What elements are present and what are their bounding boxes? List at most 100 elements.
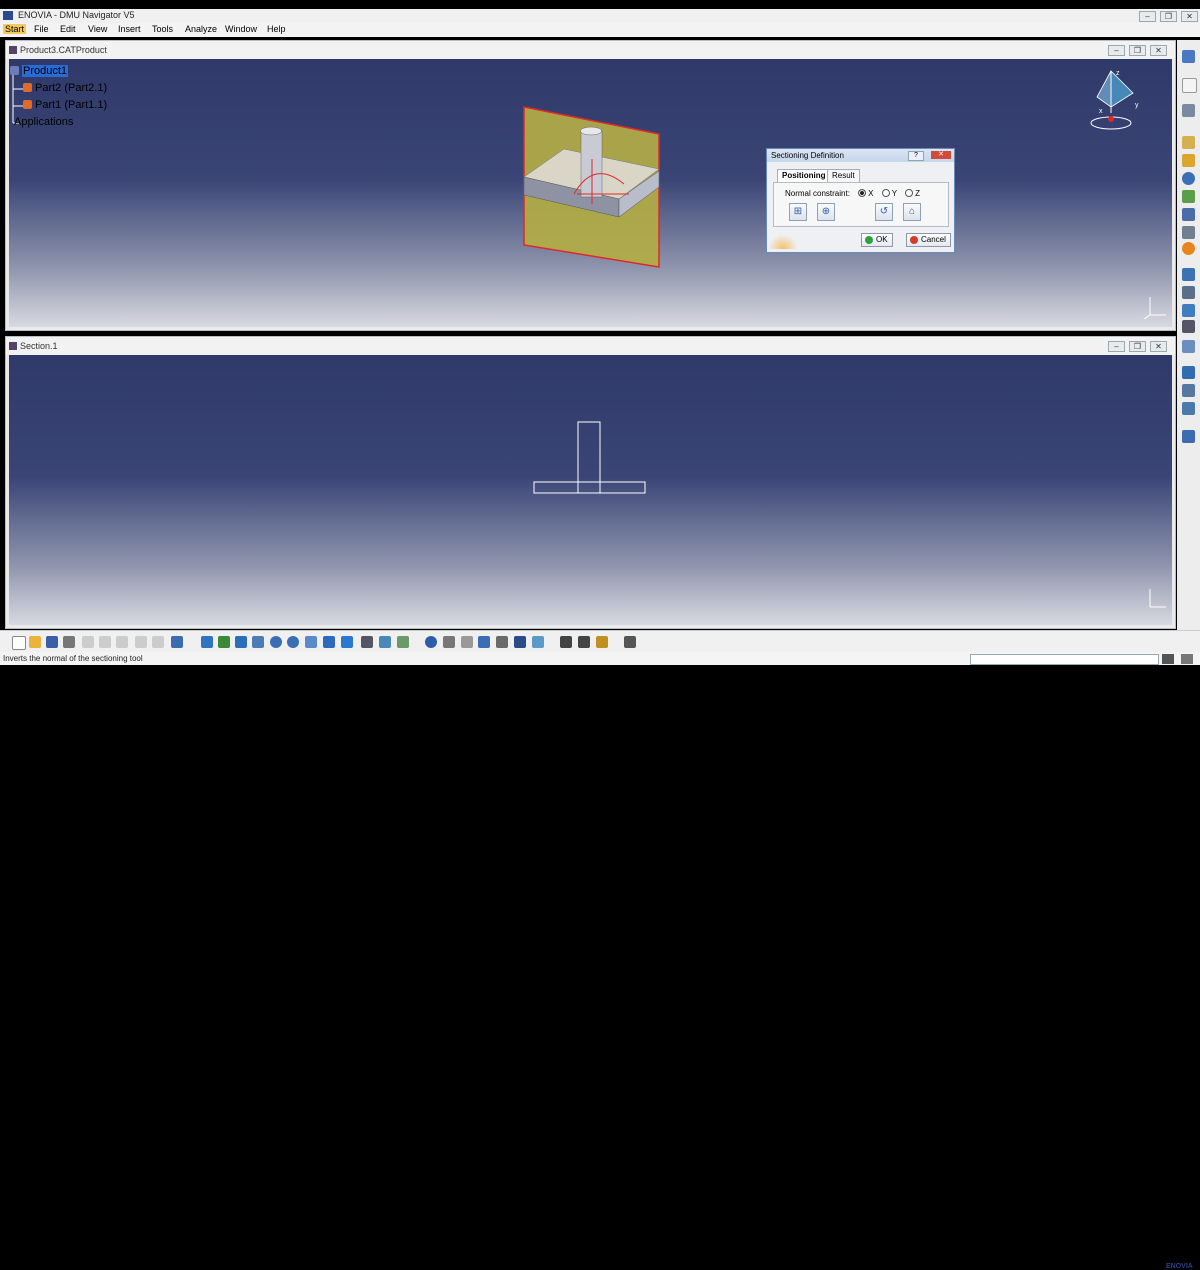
power-input-icon[interactable] (1181, 654, 1193, 664)
select-icon[interactable] (1182, 78, 1197, 93)
info-icon[interactable] (1182, 172, 1195, 185)
menu-start[interactable]: Start (3, 24, 27, 34)
multi-view-icon[interactable] (323, 636, 335, 648)
settings-icon[interactable] (496, 636, 508, 648)
open-icon[interactable] (29, 636, 41, 648)
cut-icon[interactable] (82, 636, 94, 648)
copy-icon[interactable] (99, 636, 111, 648)
record-icon[interactable] (578, 636, 590, 648)
command-input[interactable] (970, 654, 1159, 665)
cancel-button[interactable]: Cancel (906, 233, 951, 247)
search-icon[interactable] (478, 636, 490, 648)
pane-minimize-button[interactable]: – (1108, 45, 1125, 56)
save-icon[interactable] (46, 636, 58, 648)
catalog-icon[interactable] (624, 636, 636, 648)
fly-mode-icon[interactable] (1182, 104, 1195, 117)
thickness-icon[interactable] (1182, 340, 1195, 353)
zoom-out-icon[interactable] (287, 636, 299, 648)
whats-this-icon[interactable] (171, 636, 183, 648)
navigator-icon[interactable] (1182, 50, 1195, 63)
new-icon[interactable] (12, 636, 26, 650)
radio-z[interactable] (905, 189, 914, 197)
tab-positioning[interactable]: Positioning (777, 169, 831, 182)
publish-icon[interactable] (1182, 430, 1195, 443)
measure-icon[interactable] (1182, 304, 1195, 317)
pane-close-button[interactable]: ✕ (1150, 45, 1167, 56)
fly-icon[interactable] (201, 636, 213, 648)
group-icon[interactable] (1182, 190, 1195, 203)
light-icon[interactable] (532, 636, 544, 648)
dialog-close-button[interactable]: ✕ (931, 151, 951, 159)
fit-all-icon[interactable] (218, 636, 230, 648)
annotation-icon[interactable] (1182, 136, 1195, 149)
geometrical-target-button[interactable]: ⌂ (903, 203, 921, 221)
cancel-label: Cancel (921, 235, 946, 244)
menu-file[interactable]: File (34, 24, 49, 34)
window-title: ENOVIA - DMU Navigator V5 (18, 10, 135, 20)
shading-icon[interactable] (361, 636, 373, 648)
command-icon[interactable] (1162, 654, 1174, 664)
clash-icon[interactable] (1182, 268, 1195, 281)
minimize-button[interactable]: – (1139, 11, 1156, 22)
menu-window[interactable]: Window (225, 24, 257, 34)
next-frame-icon[interactable] (461, 636, 473, 648)
compass[interactable]: z y x (1089, 65, 1149, 135)
compare-icon[interactable] (1182, 320, 1195, 333)
print-icon[interactable] (63, 636, 75, 648)
3d-viewport[interactable]: Product1 Part2 (Part2.1) Part1 (Part1.1)… (9, 59, 1172, 327)
menu-tools[interactable]: Tools (152, 24, 173, 34)
distance-icon[interactable] (1182, 286, 1195, 299)
reset-position-button[interactable]: ↺ (875, 203, 893, 221)
radio-z-label: Z (915, 189, 921, 198)
menu-edit[interactable]: Edit (60, 24, 76, 34)
rotate-icon[interactable] (252, 636, 264, 648)
paste-icon[interactable] (116, 636, 128, 648)
sequence-icon[interactable] (1182, 402, 1195, 415)
tab-result[interactable]: Result (827, 169, 860, 182)
normal-constraint-label: Normal constraint: (785, 189, 850, 198)
sectioning-definition-dialog: Sectioning Definition ? ✕ Positioning Re… (766, 148, 955, 253)
movie-icon[interactable] (596, 636, 608, 648)
first-frame-icon[interactable] (443, 636, 455, 648)
swap-visible-icon[interactable] (397, 636, 409, 648)
section-viewport[interactable] (9, 355, 1172, 625)
iso-view-icon[interactable] (341, 636, 353, 648)
close-button[interactable]: ✕ (1181, 11, 1198, 22)
render-icon[interactable] (514, 636, 526, 648)
invert-normal-button[interactable]: ⊕ (817, 203, 835, 221)
simulation-icon[interactable] (1182, 366, 1195, 379)
menu-view[interactable]: View (88, 24, 107, 34)
radio-y[interactable] (881, 189, 890, 197)
radio-x-label: X (868, 189, 874, 198)
pane-restore-button[interactable]: ❐ (1129, 341, 1146, 352)
scene-icon[interactable] (1182, 208, 1195, 221)
undo-icon[interactable] (135, 636, 147, 648)
sectioning-icon[interactable] (1182, 242, 1195, 255)
normal-constraint-row: Normal constraint: X Y Z (785, 189, 920, 198)
viewpoint-icon[interactable] (1182, 226, 1195, 239)
zoom-in-icon[interactable] (270, 636, 282, 648)
menu-insert[interactable]: Insert (118, 24, 141, 34)
track-icon[interactable] (1182, 384, 1195, 397)
camera-icon[interactable] (560, 636, 572, 648)
hide-show-icon[interactable] (379, 636, 391, 648)
compass-y-label: y (1135, 102, 1139, 109)
2d-view-icon[interactable] (1182, 154, 1195, 167)
ok-button[interactable]: OK (861, 233, 893, 247)
pan-icon[interactable] (235, 636, 247, 648)
pane-close-button[interactable]: ✕ (1150, 341, 1167, 352)
normal-view-icon[interactable] (305, 636, 317, 648)
radio-x[interactable] (858, 189, 867, 197)
menu-analyze[interactable]: Analyze (185, 24, 217, 34)
menu-help[interactable]: Help (267, 24, 286, 34)
measure-tool-icon[interactable] (425, 636, 437, 648)
section-window-header: Section.1 – ❐ ✕ (6, 337, 1175, 355)
axis-triad-icon (1149, 589, 1166, 608)
pane-minimize-button[interactable]: – (1108, 341, 1125, 352)
pane-restore-button[interactable]: ❐ (1129, 45, 1146, 56)
restore-button[interactable]: ❐ (1160, 11, 1177, 22)
bottom-toolbar: ENOVIA (0, 630, 1200, 1270)
redo-icon[interactable] (152, 636, 164, 648)
help-button[interactable]: ? (908, 151, 924, 161)
edit-position-button[interactable]: ⊞ (789, 203, 807, 221)
